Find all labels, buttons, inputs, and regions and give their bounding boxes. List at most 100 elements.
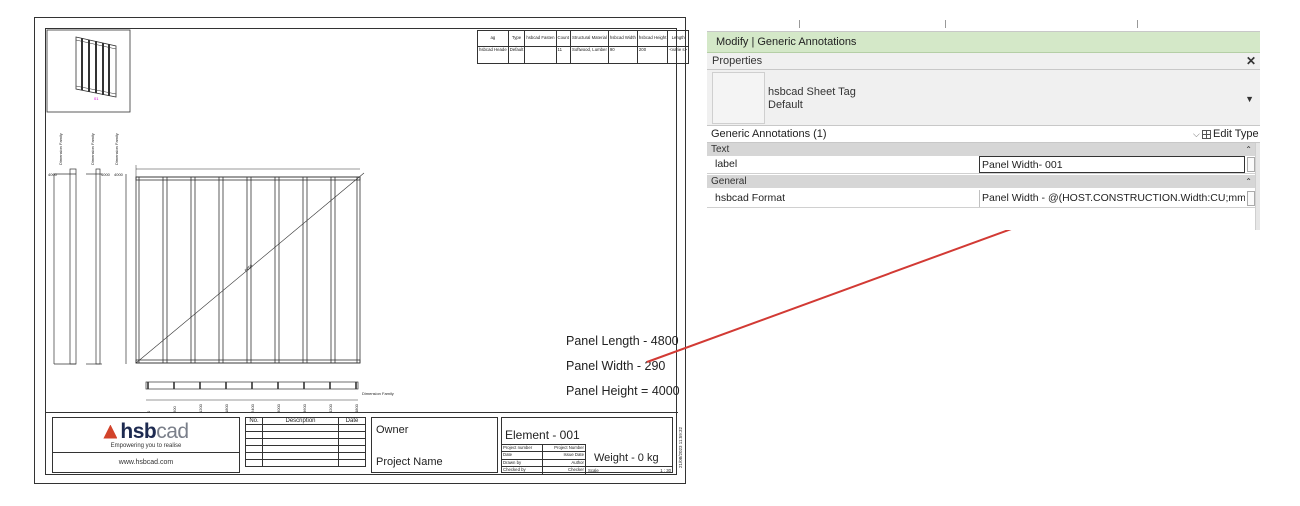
param-row-label[interactable]: label Panel Width- 001 xyxy=(707,156,1255,174)
panel-drawing: 01 Dimension Family Dimension Family Dim… xyxy=(46,29,394,412)
revision-header: Description xyxy=(262,417,339,425)
instance-filter-row: Generic Annotations (1) ⌵ Edit Type xyxy=(707,126,1260,143)
connector-line xyxy=(646,212,1056,363)
schedule-cell: 11 xyxy=(555,46,572,64)
ribbon-strip xyxy=(707,18,1260,32)
type-thumbnail xyxy=(712,72,765,124)
info-label: Checked by xyxy=(502,466,544,475)
ribbon-divider xyxy=(945,20,946,28)
schedule-header: hsbcad Width xyxy=(607,30,638,47)
info-label: Drawn by xyxy=(502,458,544,467)
weight-label: Weight - 0 kg xyxy=(594,452,659,464)
scale-label: Scale xyxy=(588,468,599,473)
logo-wordmark: hsbcad xyxy=(120,419,189,443)
type-sub-name: Default xyxy=(768,99,803,111)
schedule-cell xyxy=(524,46,557,64)
logo-box: hsbcad Empowering you to realise www.hsb… xyxy=(52,417,240,473)
logo-cad: cad xyxy=(156,419,189,443)
properties-scrollbar[interactable] xyxy=(1255,143,1260,230)
element-title: Element - 001 xyxy=(505,428,580,442)
sheet-border: 01 Dimension Family Dimension Family Dim… xyxy=(45,28,690,476)
project-name-label: Project Name xyxy=(376,456,443,468)
param-name: hsbcad Format xyxy=(715,192,786,204)
schedule-header: Length xyxy=(667,30,690,47)
revision-header: Date xyxy=(338,417,366,425)
type-selector[interactable]: hsbcad Sheet Tag Default ▼ xyxy=(707,70,1260,126)
properties-header: Properties ✕ xyxy=(707,53,1260,70)
schedule-header: ag xyxy=(477,30,509,47)
panel-tag: 01 xyxy=(94,96,99,101)
panel-height-label[interactable]: Panel Height = 4000 xyxy=(566,384,680,398)
type-family-name: hsbcad Sheet Tag xyxy=(768,86,856,98)
collapse-icon[interactable]: ⌃ xyxy=(1245,175,1252,188)
param-row-hsbcad-format[interactable]: hsbcad Format Panel Width - @(HOST.CONST… xyxy=(707,190,1255,208)
schedule-cell: Default xyxy=(507,46,526,64)
revision-table: No. Description Date xyxy=(245,417,366,467)
schedule-cell: 90 xyxy=(607,46,638,64)
schedule-cell: 200 xyxy=(636,46,669,64)
dropdown-arrow-icon[interactable]: ▼ xyxy=(1245,94,1254,104)
side-elevation xyxy=(53,168,127,365)
logo-tagline: Empowering you to realise xyxy=(110,442,182,449)
dim-tick-label: 4200 xyxy=(328,403,333,412)
param-button[interactable] xyxy=(1247,157,1255,172)
panel-width-label[interactable]: Panel Width - 290 xyxy=(566,359,665,373)
format-value-field[interactable]: Panel Width - @(HOST.CONSTRUCTION.Width:… xyxy=(979,190,1245,207)
group-label: Text xyxy=(711,144,730,155)
properties-title: Properties xyxy=(712,55,763,67)
drawing-sheet: 01 Dimension Family Dimension Family Dim… xyxy=(34,17,690,484)
group-header-general[interactable]: General ⌃ xyxy=(707,175,1255,188)
scale-value: 1 : 30 xyxy=(660,468,671,473)
close-icon[interactable]: ✕ xyxy=(1246,53,1256,70)
panel-length-label[interactable]: Panel Length - 4800 xyxy=(566,334,679,348)
dimension-family-label: Dimension Family xyxy=(58,133,63,165)
owner-label: Owner xyxy=(376,424,409,436)
instance-selector[interactable]: Generic Annotations (1) xyxy=(711,128,827,140)
height-dim-value: 4000 xyxy=(114,172,124,177)
diagonal-dimension: 6250 xyxy=(243,263,254,273)
collapse-icon[interactable]: ⌃ xyxy=(1245,143,1252,156)
element-box: Element - 001 Project number Project Numb… xyxy=(501,417,683,475)
dim-tick-label: 3000 xyxy=(276,403,281,412)
edit-type-button[interactable]: Edit Type xyxy=(1202,126,1259,143)
dim-tick-label: 1200 xyxy=(198,403,203,412)
schedule-header: hsbcad Height xyxy=(636,30,669,47)
scale-row: Scale 1 : 30 xyxy=(586,466,673,474)
info-label: Date xyxy=(502,451,544,460)
height-dim-value: 4000 xyxy=(48,172,58,177)
group-header-text[interactable]: Text ⌃ xyxy=(707,143,1255,156)
param-button[interactable] xyxy=(1247,191,1255,206)
logo-main: hsbcad xyxy=(103,419,189,443)
info-value: Checker xyxy=(542,466,586,475)
dim-tick-label: 3600 xyxy=(302,403,307,412)
type-name: hsbcad Sheet Tag Default xyxy=(768,86,856,112)
owner-box: Owner Project Name xyxy=(371,417,498,473)
schedule-table: ag Type hsbcad Fasten Count Structural M… xyxy=(477,30,690,64)
logo-mark-icon xyxy=(103,424,118,439)
group-label: General xyxy=(711,176,747,187)
dimension-family-label: Dimension Family xyxy=(90,133,95,165)
schedule-cell: Softwood, Lumber xyxy=(570,46,609,64)
info-value: Project Number xyxy=(542,443,586,452)
chevron-down-icon[interactable]: ⌵ xyxy=(1193,126,1200,143)
ribbon-divider xyxy=(1137,20,1138,28)
height-dim-value: 4000 xyxy=(101,172,111,177)
properties-palette: Modify | Generic Annotations Properties … xyxy=(707,18,1260,230)
edit-type-label: Edit Type xyxy=(1213,128,1259,140)
schedule-cell: <varie s> xyxy=(667,46,690,64)
schedule-header: Count xyxy=(555,30,572,47)
label-value-input[interactable]: Panel Width- 001 xyxy=(979,156,1245,173)
bottom-plan-studs xyxy=(147,382,357,389)
thumbnail-view: 01 xyxy=(46,29,131,113)
info-label: Project number xyxy=(502,443,544,452)
dim-tick-label: 1800 xyxy=(224,403,229,412)
company-logo: hsbcad Empowering you to realise xyxy=(53,418,239,453)
modify-context-bar[interactable]: Modify | Generic Annotations xyxy=(707,32,1260,53)
ribbon-divider xyxy=(799,20,800,28)
title-block: hsbcad Empowering you to realise www.hsb… xyxy=(46,412,683,476)
element-info-rows: Project number Project Number Date Issue D… xyxy=(502,443,586,475)
edit-type-icon xyxy=(1202,130,1211,139)
sheet-id: 21/08/2023 11:59:32 xyxy=(678,427,683,468)
bottom-dim-ticks: 0 600 1200 1800 2400 3000 3600 4200 4800 xyxy=(146,403,359,412)
schedule-cell: hsbcad Heade xyxy=(477,46,509,64)
